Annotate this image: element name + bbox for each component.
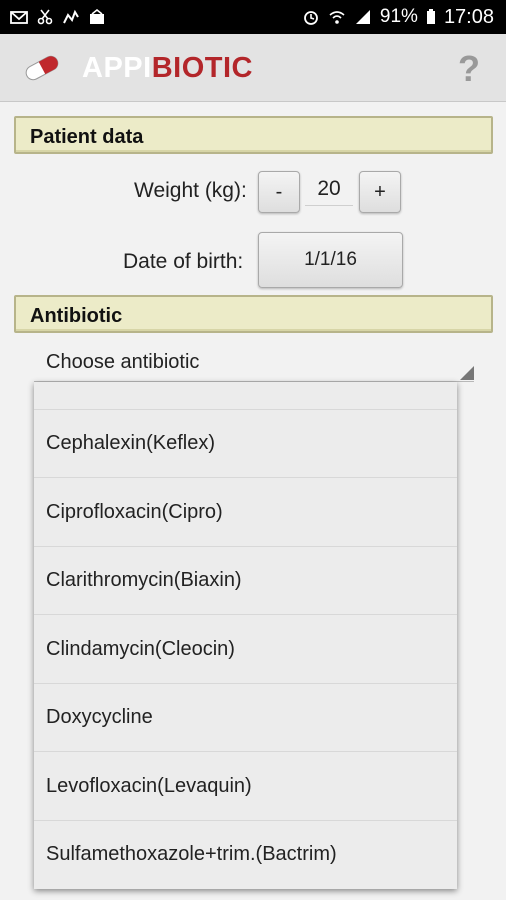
- dropdown-item-label: Cephalexin(Keflex): [46, 432, 215, 454]
- alarm-icon: [302, 9, 320, 25]
- dropdown-item[interactable]: Clarithromycin(Biaxin): [34, 547, 457, 615]
- dropdown-item[interactable]: Clindamycin(Cleocin): [34, 616, 457, 684]
- dob-label: Date of birth:: [123, 250, 244, 273]
- antibiotic-dropdown-list: Cephalexin(Keflex) Ciprofloxacin(Cipro) …: [34, 382, 457, 889]
- dropdown-item[interactable]: Doxycycline: [34, 684, 457, 752]
- dropdown-item[interactable]: Ciprofloxacin(Cipro): [34, 479, 457, 547]
- dropdown-item-label: Ciprofloxacin(Cipro): [46, 501, 223, 523]
- weight-value-field[interactable]: 20: [305, 172, 353, 206]
- email-icon: [10, 9, 28, 25]
- status-bar: 91% 17:08: [0, 0, 506, 34]
- signal-icon: [354, 9, 372, 25]
- app-title-part1: APPI: [82, 52, 152, 84]
- dropdown-item-label: Clarithromycin(Biaxin): [46, 569, 242, 591]
- wifi-icon: [328, 9, 346, 25]
- antibiotic-header: Antibiotic: [14, 295, 493, 333]
- dropdown-item[interactable]: Levofloxacin(Levaquin): [34, 753, 457, 821]
- patient-data-title: Patient data: [30, 126, 144, 148]
- dropdown-item[interactable]: Sulfamethoxazole+trim.(Bactrim): [34, 821, 457, 889]
- dropdown-item[interactable]: [34, 382, 457, 410]
- weight-label: Weight (kg):: [134, 179, 247, 202]
- help-button[interactable]: ?: [458, 48, 480, 90]
- battery-percent: 91%: [379, 6, 418, 27]
- spinner-selected-text: Choose antibiotic: [46, 351, 200, 373]
- pill-icon: [22, 54, 62, 82]
- dropdown-item-label: Doxycycline: [46, 706, 153, 728]
- antibiotic-title: Antibiotic: [30, 305, 123, 327]
- weight-increment-button[interactable]: +: [359, 171, 401, 213]
- dropdown-arrow-icon: [460, 366, 474, 380]
- app-title: APPIBIOTIC: [82, 52, 253, 85]
- inbox-icon: [88, 9, 106, 25]
- app-title-part2: BIOTIC: [151, 52, 253, 84]
- scissors-icon: [36, 9, 54, 25]
- dropdown-item[interactable]: Cephalexin(Keflex): [34, 410, 457, 478]
- dropdown-item-label: Levofloxacin(Levaquin): [46, 775, 252, 797]
- battery-icon: [426, 9, 436, 25]
- patient-data-header: Patient data: [14, 116, 493, 154]
- dropdown-item-label: Clindamycin(Cleocin): [46, 638, 235, 660]
- dob-picker-button[interactable]: 1/1/16: [258, 232, 403, 288]
- dropdown-item-label: Sulfamethoxazole+trim.(Bactrim): [46, 843, 337, 865]
- run-icon: [62, 9, 80, 25]
- app-bar: APPIBIOTIC ?: [0, 34, 506, 102]
- weight-decrement-button[interactable]: -: [258, 171, 300, 213]
- antibiotic-spinner[interactable]: Choose antibiotic: [34, 346, 474, 382]
- clock-time: 17:08: [443, 5, 494, 28]
